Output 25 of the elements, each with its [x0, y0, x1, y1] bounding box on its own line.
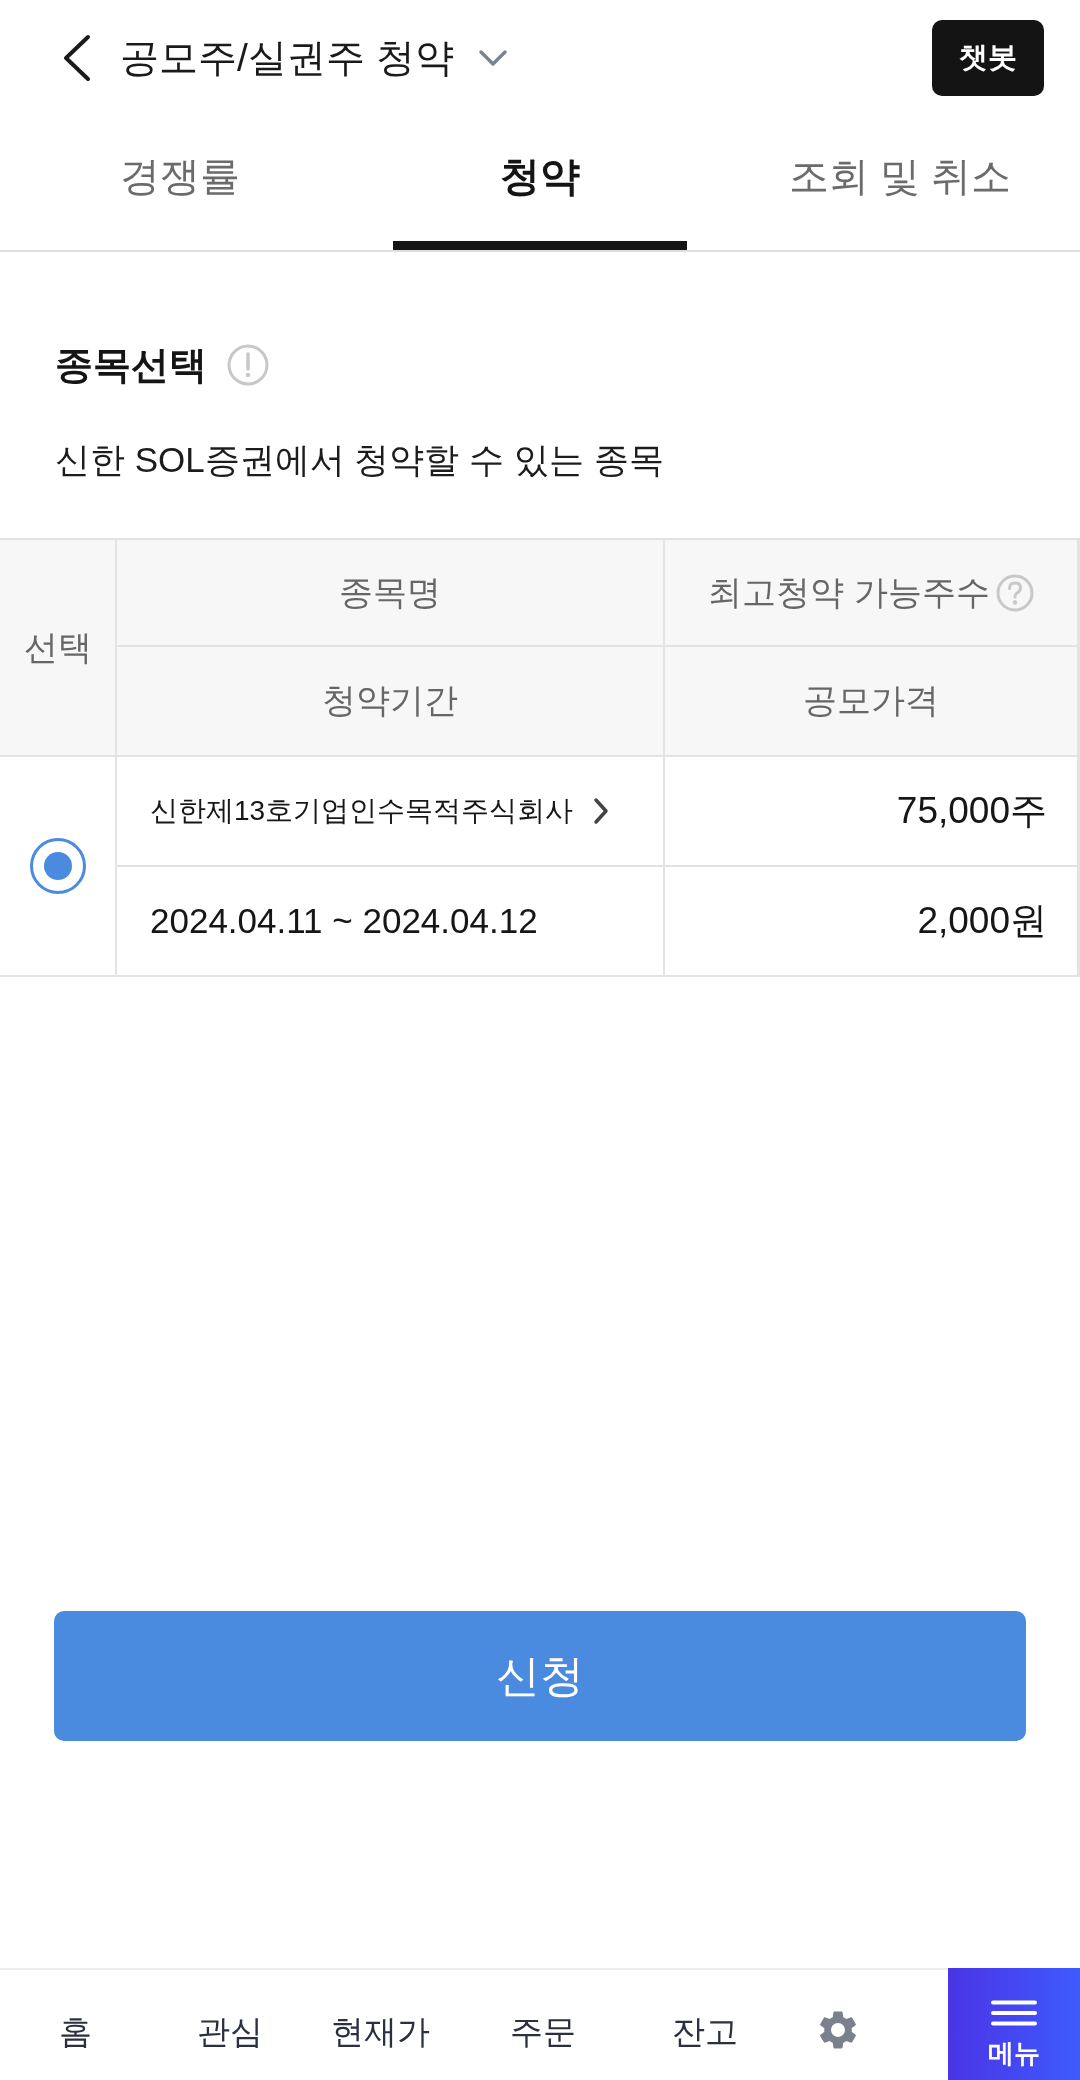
table-header-cell: 선택 [0, 540, 115, 755]
menu-icon [991, 2000, 1037, 2026]
stock-name-link[interactable]: 신한제13호기업인수목적주식회사 [150, 792, 610, 830]
tab[interactable]: 조회 및 취소 [720, 115, 1080, 250]
table-cell: 2024.04.11 ~ 2024.04.12 [117, 867, 663, 975]
table-header-cell: 공모가격 [665, 647, 1077, 755]
nav-item[interactable]: 현재가 [330, 1970, 430, 2080]
chevron-right-icon [593, 797, 610, 825]
table-cell: 75,000주 [665, 757, 1077, 865]
chatbot-button[interactable]: 챗봇 [932, 19, 1044, 96]
column-label: 최고청약 가능주수 [708, 571, 990, 613]
table-cell: 2,000원 [665, 867, 1077, 975]
nav-item[interactable]: 관심 [197, 1970, 263, 2080]
page-title: 공모주/실권주 청약 [120, 34, 454, 81]
chevron-down-icon[interactable] [477, 48, 508, 67]
section-title: 종목선택 [55, 342, 207, 388]
nav-item[interactable]: 잔고 [672, 1970, 738, 2080]
section-description: 신한 SOL증권에서 청약할 수 있는 종목 [55, 439, 665, 481]
nav-item[interactable]: 주문 [509, 1970, 576, 2080]
tab[interactable]: 경쟁률 [0, 115, 360, 250]
menu-button[interactable]: 메뉴 [948, 1968, 1080, 2080]
tab[interactable]: 청약 [360, 115, 720, 250]
table-header-cell: 종목명 [117, 540, 663, 645]
table-header-cell: 청약기간 [117, 647, 663, 755]
nav-item[interactable]: 홈 [58, 1970, 92, 2080]
